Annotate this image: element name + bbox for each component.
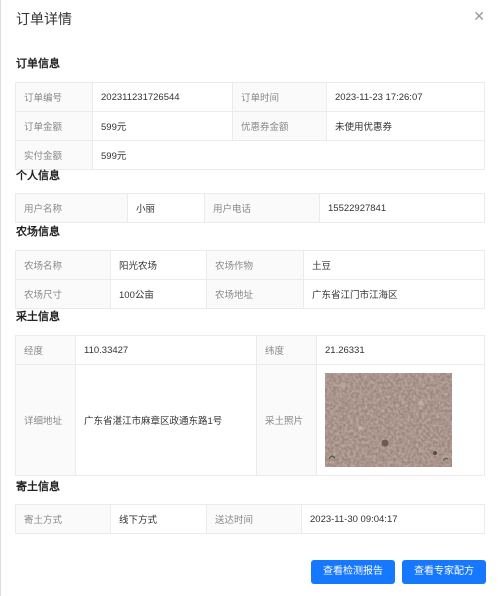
soil-photo-cell xyxy=(316,364,485,476)
farm-address-value: 广东省江门市江海区 xyxy=(303,279,485,309)
table-row: 用户名称 小丽 用户电话 15522927841 xyxy=(15,193,485,223)
table-row: 订单编号 202311231726544 订单时间 2023-11-23 17:… xyxy=(15,82,485,112)
soil-photo-label: 采土照片 xyxy=(256,364,317,476)
farm-name-label: 农场名称 xyxy=(15,250,111,280)
detail-address-label: 详细地址 xyxy=(15,364,76,476)
table-row: 寄土方式 线下方式 送达时间 2023-11-30 09:04:17 xyxy=(15,504,485,534)
order-detail-dialog: 订单详情 ✕ 订单信息 订单编号 202311231726544 订单时间 20… xyxy=(0,0,499,596)
farm-info-table: 农场名称 阳光农场 农场作物 土豆 农场尺寸 100公亩 农场地址 广东省江门市… xyxy=(15,250,485,309)
arrive-time-value: 2023-11-30 09:04:17 xyxy=(301,504,485,534)
user-phone-label: 用户电话 xyxy=(204,193,320,223)
coupon-value: 未使用优惠券 xyxy=(326,111,485,141)
farm-size-label: 农场尺寸 xyxy=(15,279,111,309)
detail-address-value: 广东省湛江市麻章区政通东路1号 xyxy=(75,364,257,476)
table-row: 实付金额 599元 xyxy=(15,140,485,170)
longitude-value: 110.33427 xyxy=(75,335,257,365)
view-expert-formula-button[interactable]: 查看专家配方 xyxy=(402,560,486,584)
table-row: 农场名称 阳光农场 农场作物 土豆 xyxy=(15,250,485,280)
personal-info-table: 用户名称 小丽 用户电话 15522927841 xyxy=(15,193,485,223)
arrive-time-label: 送达时间 xyxy=(206,504,302,534)
paid-label: 实付金额 xyxy=(15,140,93,170)
table-row: 详细地址 广东省湛江市麻章区政通东路1号 采土照片 xyxy=(15,364,485,476)
sampling-info-table: 经度 110.33427 纬度 21.26331 详细地址 广东省湛江市麻章区政… xyxy=(15,335,485,476)
section-title-sampling: 采土信息 xyxy=(16,311,60,323)
mail-method-label: 寄土方式 xyxy=(15,504,111,534)
order-time-value: 2023-11-23 17:26:07 xyxy=(326,82,485,112)
latitude-label: 纬度 xyxy=(256,335,317,365)
table-row: 订单金额 599元 优惠券金额 未使用优惠券 xyxy=(15,111,485,141)
order-no-value: 202311231726544 xyxy=(92,82,233,112)
amount-value: 599元 xyxy=(92,111,233,141)
mailing-info-table: 寄土方式 线下方式 送达时间 2023-11-30 09:04:17 xyxy=(15,504,485,534)
order-info-table: 订单编号 202311231726544 订单时间 2023-11-23 17:… xyxy=(15,82,485,170)
section-title-mailing: 寄土信息 xyxy=(16,481,60,493)
close-icon[interactable]: ✕ xyxy=(473,9,485,23)
mail-method-value: 线下方式 xyxy=(110,504,207,534)
order-no-label: 订单编号 xyxy=(15,82,93,112)
farm-crop-label: 农场作物 xyxy=(206,250,304,280)
amount-label: 订单金额 xyxy=(15,111,93,141)
user-phone-value: 15522927841 xyxy=(319,193,485,223)
table-row: 农场尺寸 100公亩 农场地址 广东省江门市江海区 xyxy=(15,279,485,309)
paid-value: 599元 xyxy=(92,140,485,170)
dialog-title: 订单详情 xyxy=(16,11,72,27)
farm-crop-value: 土豆 xyxy=(303,250,485,280)
farm-size-value: 100公亩 xyxy=(110,279,207,309)
latitude-value: 21.26331 xyxy=(316,335,485,365)
order-time-label: 订单时间 xyxy=(232,82,327,112)
view-report-button[interactable]: 查看检测报告 xyxy=(311,560,395,584)
section-title-personal: 个人信息 xyxy=(16,170,60,182)
coupon-label: 优惠券金额 xyxy=(232,111,327,141)
soil-photo-image[interactable] xyxy=(325,373,452,467)
farm-name-value: 阳光农场 xyxy=(110,250,207,280)
farm-address-label: 农场地址 xyxy=(206,279,304,309)
longitude-label: 经度 xyxy=(15,335,76,365)
section-title-farm: 农场信息 xyxy=(16,226,60,238)
user-name-label: 用户名称 xyxy=(15,193,128,223)
table-row: 经度 110.33427 纬度 21.26331 xyxy=(15,335,485,365)
section-title-order: 订单信息 xyxy=(16,58,60,70)
user-name-value: 小丽 xyxy=(127,193,205,223)
